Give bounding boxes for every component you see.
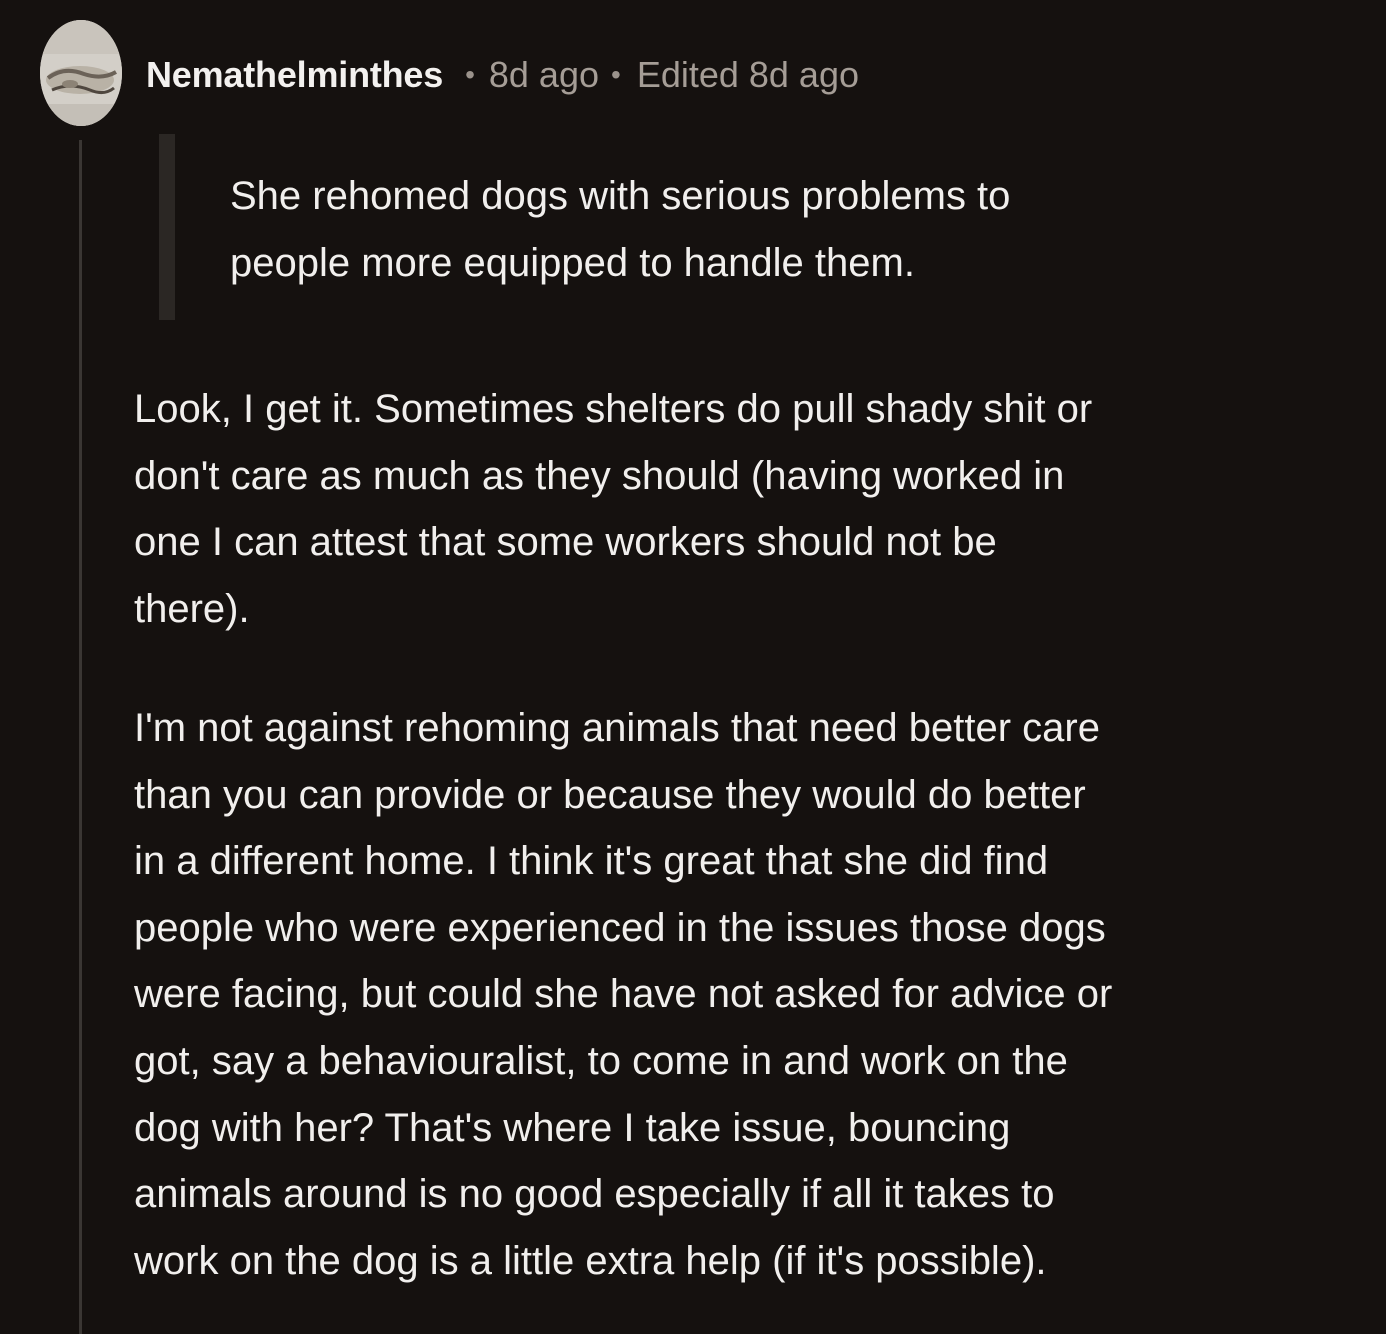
paragraph-line: were facing, but could she have not aske…: [134, 972, 1113, 1017]
paragraph-line: in a different home. I think it's great …: [134, 839, 1049, 884]
paragraph-line: don't care as much as they should (havin…: [134, 453, 1065, 498]
paragraph-line: Look, I get it. Sometimes shelters do pu…: [134, 387, 1093, 431]
comment-paragraph: Look, I get it. Sometimes shelters do pu…: [134, 376, 1364, 642]
paragraph-line: got, say a behaviouralist, to come in an…: [134, 1038, 1068, 1083]
edited-timestamp: Edited 8d ago: [636, 54, 859, 95]
paragraph-line: one I can attest that some workers shoul…: [134, 520, 997, 565]
comment-paragraph: I'm not against rehoming animals that ne…: [134, 695, 1364, 1294]
thread-line[interactable]: [79, 140, 82, 1334]
separator-dot: •: [611, 59, 621, 90]
paragraph-line: there).: [134, 586, 250, 631]
separator-dot: •: [465, 59, 475, 90]
avatar-image-icon: [40, 20, 122, 126]
paragraph-line: animals around is no good especially if …: [134, 1172, 1055, 1217]
blockquote-line: She rehomed dogs with serious problems t…: [230, 174, 1011, 218]
paragraph-line: people who were experienced in the issue…: [134, 905, 1106, 950]
comment-header: Nemathelminthes • 8d ago • Edited 8d ago: [146, 52, 859, 98]
paragraph-line: than you can provide or because they wou…: [134, 772, 1086, 817]
blockquote-line: people more equipped to handle them.: [230, 241, 915, 285]
timestamp[interactable]: 8d ago: [489, 54, 599, 96]
avatar[interactable]: [40, 20, 122, 126]
paragraph-line: work on the dog is a little extra help (…: [134, 1238, 1047, 1283]
blockquote-bar: [159, 134, 175, 320]
paragraph-line: dog with her? That's where I take issue,…: [134, 1105, 1011, 1150]
username[interactable]: Nemathelminthes: [146, 54, 443, 96]
blockquote: She rehomed dogs with serious problems t…: [230, 163, 1330, 297]
paragraph-line: I'm not against rehoming animals that ne…: [134, 706, 1100, 750]
